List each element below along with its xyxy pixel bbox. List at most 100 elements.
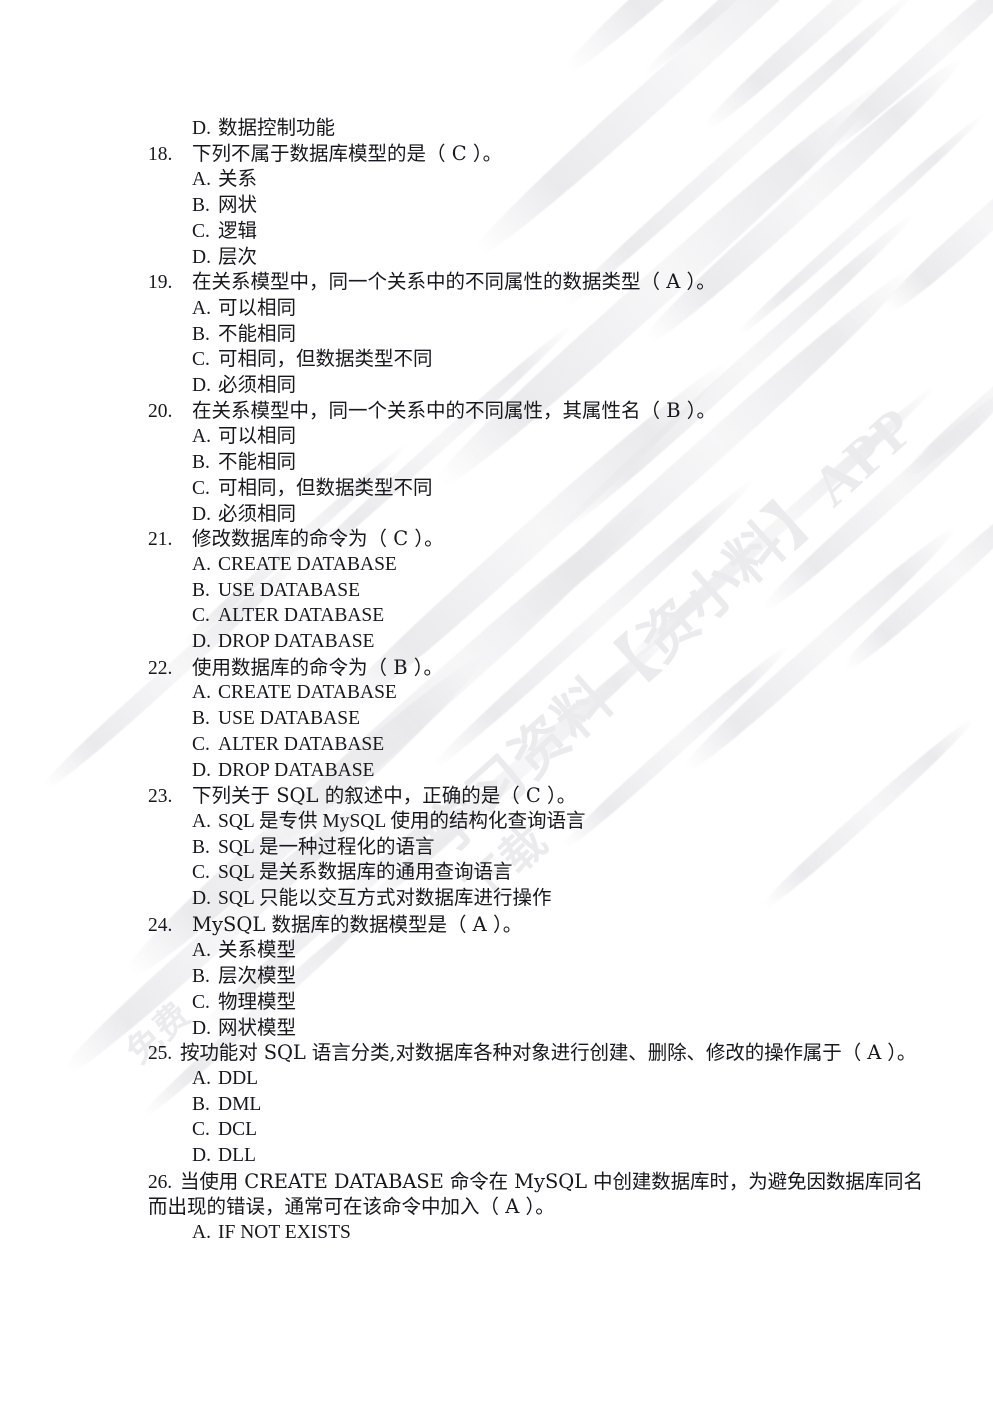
question-0-option-0: A. 关系: [192, 169, 257, 190]
question-stem-line-8: 26. 当使用 CREATE DATABASE 命令在 MySQL 中创建数据库时…: [148, 1171, 923, 1193]
question-stem-continuation: 而出现的错误，通常可在该命令中加入（ A ）。: [148, 1195, 555, 1219]
question-stem: 在关系模型中，同一个关系中的不同属性，其属性名（ B ）。: [192, 398, 716, 422]
option-letter: C.: [192, 733, 210, 755]
question-stem: MySQL 数据库的数据模型是（ A ）。: [192, 912, 523, 936]
option-text: 关系: [218, 167, 258, 191]
option-letter: A.: [192, 553, 211, 575]
option-text: SQL 是关系数据库的通用查询语言: [218, 862, 513, 884]
option-letter: C.: [192, 1119, 210, 1141]
orphan-option-line: D. 数据控制功能: [192, 118, 335, 139]
question-4-option-3: D. DROP DATABASE: [192, 759, 375, 781]
question-number: 22.: [148, 657, 173, 679]
option-text: 必须相同: [218, 501, 297, 525]
option-letter: D.: [192, 759, 211, 781]
question-0-option-3: D. 层次: [192, 244, 258, 268]
option-text: USE DATABASE: [218, 579, 360, 601]
option-letter: C.: [192, 862, 210, 884]
option-letter: D.: [192, 118, 211, 139]
option-letter: C.: [192, 477, 210, 499]
option-letter: A.: [192, 297, 211, 319]
question-number: 26.: [148, 1171, 173, 1193]
option-text: CREATE DATABASE: [218, 553, 397, 575]
question-1-option-1: B. 不能相同: [192, 323, 296, 345]
question-3-option-3: D. DROP DATABASE: [192, 632, 374, 652]
option-text: 可以相同: [218, 295, 297, 319]
option-text: 关系模型: [218, 938, 297, 962]
question-number: 20.: [148, 400, 173, 422]
option-letter: C.: [192, 349, 210, 371]
option-text: SQL 是专供 MySQL 使用的结构化查询语言: [218, 810, 586, 832]
question-6-option-1: B. 层次模型: [192, 966, 296, 987]
option-letter: B.: [192, 836, 210, 858]
option-letter: D.: [192, 1145, 211, 1166]
question-number: 24.: [148, 914, 173, 936]
question-2-option-3: D. 必须相同: [192, 501, 297, 525]
option-letter: C.: [192, 605, 210, 627]
option-text: CREATE DATABASE: [218, 682, 397, 704]
option-text: 可以相同: [218, 424, 297, 448]
question-stem-line-6: 24. MySQL 数据库的数据模型是（ A ）。: [148, 912, 523, 936]
question-0-option-2: C. 逻辑: [192, 221, 257, 242]
question-5-option-1: B. SQL 是一种过程化的语言: [192, 836, 435, 858]
option-text: 物理模型: [218, 989, 297, 1013]
option-text: 可相同，但数据类型不同: [218, 475, 433, 499]
option-letter: D.: [192, 631, 211, 652]
option-text: 可相同，但数据类型不同: [218, 347, 433, 371]
option-letter: B.: [192, 708, 210, 730]
option-text: DROP DATABASE: [218, 631, 375, 652]
option-text: SQL 是一种过程化的语言: [218, 836, 435, 858]
question-7-option-3: D. DLL: [192, 1146, 256, 1166]
option-text: 网状模型: [218, 1015, 297, 1039]
question-6-option-3: D. 网状模型: [192, 1015, 297, 1039]
question-6-option-0: A. 关系模型: [192, 940, 296, 961]
question-stem-line-7: 25. 按功能对 SQL 语言分类,对数据库各种对象进行创建、删除、修改的操作属于…: [148, 1043, 916, 1064]
option-letter: A.: [192, 426, 211, 448]
question-8-option-0: A. IF NOT EXISTS: [192, 1223, 351, 1243]
question-number: 23.: [148, 786, 173, 808]
option-letter: D.: [192, 503, 211, 525]
option-text: IF NOT EXISTS: [218, 1222, 351, 1244]
option-text: 必须相同: [218, 373, 297, 396]
option-text: 不能相同: [218, 450, 297, 474]
option-text: USE DATABASE: [218, 708, 360, 730]
option-text: ALTER DATABASE: [218, 733, 385, 755]
question-list: D. 数据控制功能 18. 下列不属于数据库模型的是（ C ）。 A. 关系 B. 网状 C. 逻…: [0, 0, 993, 1404]
question-2-option-2: C. 可相同，但数据类型不同: [192, 478, 433, 499]
question-7-option-2: C. DCL: [192, 1120, 257, 1140]
option-text: 数据控制功能: [218, 116, 336, 139]
option-letter: C.: [192, 991, 210, 1013]
option-letter: B.: [192, 966, 210, 988]
question-5-option-0: A. SQL 是专供 MySQL 使用的结构化查询语言: [192, 812, 585, 832]
question-stem: 使用数据库的命令为（ B ）。: [192, 655, 443, 679]
option-letter: B.: [192, 1093, 210, 1115]
question-stem-line-4: 22. 使用数据库的命令为（ B ）。: [148, 655, 443, 679]
option-letter: A.: [192, 810, 211, 832]
option-letter: D.: [192, 1017, 211, 1039]
option-text: DCL: [218, 1119, 257, 1141]
question-stem-line-1: 19. 在关系模型中，同一个关系中的不同属性的数据类型（ A ）。: [148, 272, 716, 293]
question-1-option-0: A. 可以相同: [192, 298, 296, 319]
option-text: 层次: [218, 244, 258, 268]
option-letter: A.: [192, 1222, 211, 1244]
document-page: 学习资料【资小料】APP 下载 免费 D. 数据控制功能 18. 下列不属于数据库模型…: [0, 0, 993, 1404]
question-number: 18.: [148, 143, 173, 165]
question-number: 21.: [148, 529, 173, 551]
question-1-option-3: D. 必须相同: [192, 375, 296, 396]
option-text: 层次模型: [218, 964, 297, 988]
option-letter: B.: [192, 452, 210, 474]
question-5-option-2: C. SQL 是关系数据库的通用查询语言: [192, 863, 513, 883]
question-3-option-1: B. USE DATABASE: [192, 579, 360, 601]
question-6-option-2: C. 物理模型: [192, 992, 296, 1013]
question-7-option-1: B. DML: [192, 1093, 262, 1115]
question-number: 25.: [148, 1043, 173, 1065]
option-letter: B.: [192, 323, 210, 345]
question-stem-line-5: 23. 下列关于 SQL 的叙述中，正确的是（ C ）。: [148, 786, 576, 807]
question-4-option-1: B. USE DATABASE: [192, 709, 360, 729]
option-text: DML: [218, 1093, 262, 1115]
option-text: DROP DATABASE: [218, 759, 375, 781]
option-letter: A.: [192, 940, 211, 962]
question-stem-line-3: 21. 修改数据库的命令为（ C ）。: [148, 529, 444, 550]
option-text: SQL 只能以交互方式对数据库进行操作: [218, 888, 552, 909]
option-letter: C.: [192, 220, 210, 242]
question-2-option-1: B. 不能相同: [192, 452, 296, 473]
